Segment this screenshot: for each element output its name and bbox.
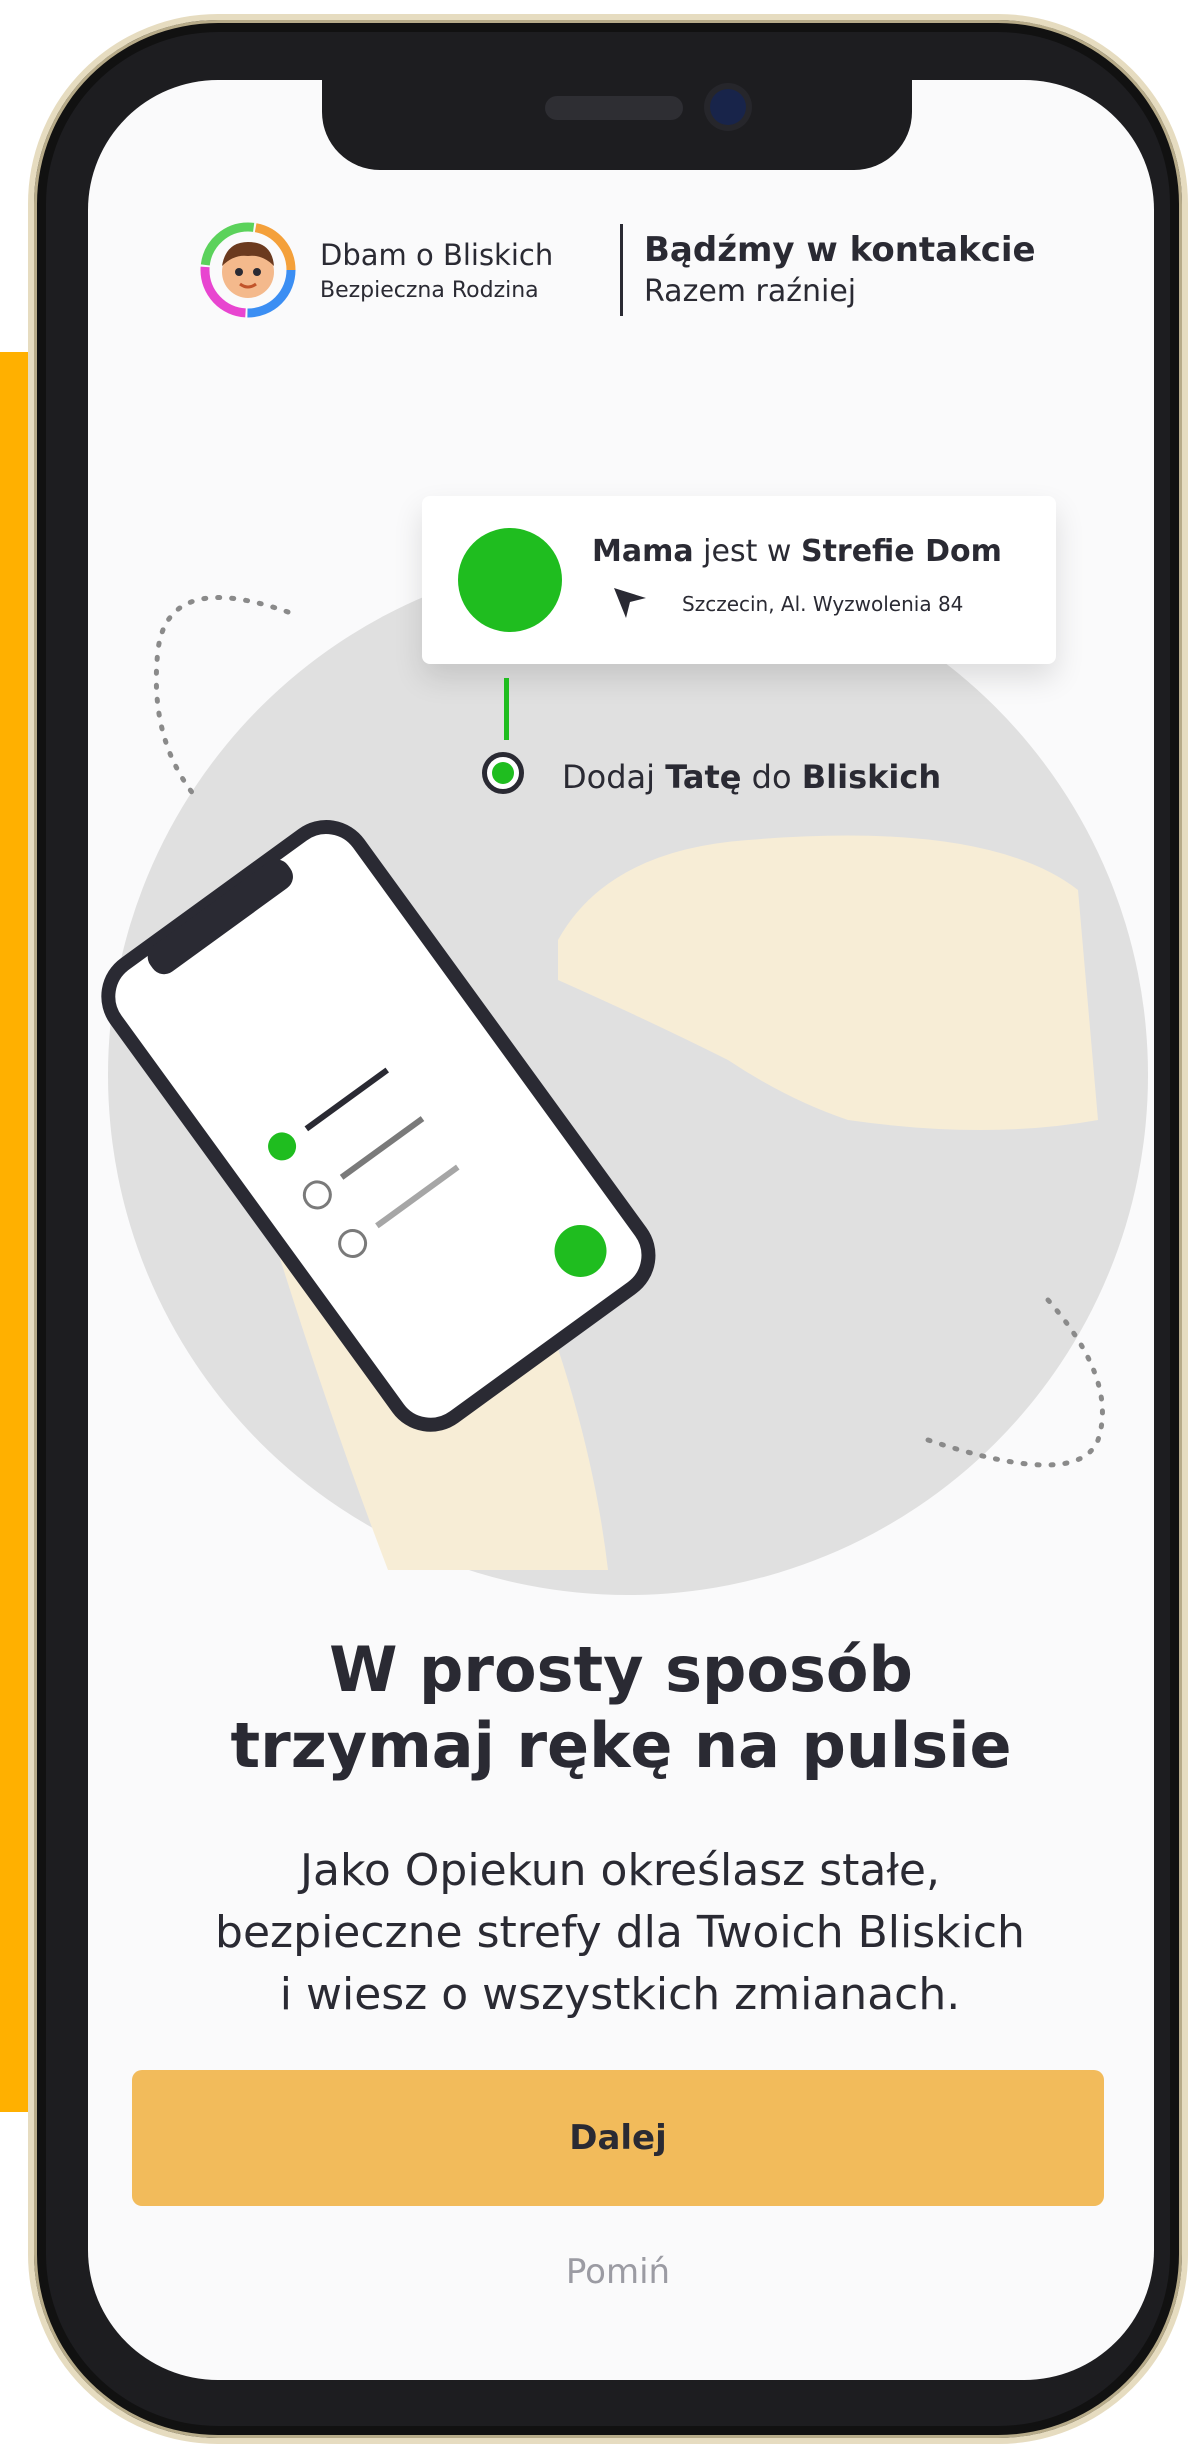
front-camera [710,89,746,125]
brand-name: Dbam o Bliskich [320,238,554,272]
skip-link[interactable]: Pomiń [488,2252,748,2292]
app-logo-icon [200,222,296,318]
onboarding-headline: W prosty sposób trzymaj rękę na pulsie [88,1632,1154,1784]
description-line-2: bezpieczne strefy dla Twoich Bliskich [215,1907,1025,1958]
add-person: Tatę [665,758,742,796]
add-middle: do [751,758,792,796]
brand-header: Dbam o Bliskich Bezpieczna Rodzina Bądźm… [200,222,1150,322]
status-zone: Strefie Dom [800,534,1002,569]
headline-line-1: W prosty sposób [329,1633,913,1706]
tagline-subtitle: Razem raźniej [644,274,857,309]
description-line-1: Jako Opiekun określasz stałe, [300,1845,940,1896]
add-relative-text: Dodaj Tatę do Bliskich [562,758,941,796]
status-address: Szczecin, Al. Wyzwolenia 84 [682,592,964,616]
brand-divider [620,224,623,316]
add-prefix: Dodaj [562,758,656,796]
phone-notch [322,80,912,170]
add-relative-dot [492,762,514,784]
tagline-title: Bądźmy w kontakcie [644,230,1036,270]
status-person: Mama [592,534,694,569]
brand-subtitle: Bezpieczna Rodzina [320,278,539,303]
status-verb: jest w [703,534,792,569]
add-group: Bliskich [801,758,942,796]
onboarding-description: Jako Opiekun określasz stałe, bezpieczne… [150,1840,1090,2026]
navigation-arrow-icon [614,588,646,618]
zone-status-card: Mama jest w Strefie Dom Szczecin, Al. Wy… [422,496,1056,664]
description-line-3: i wiesz o wszystkich zmianach. [279,1969,961,2020]
connector-line [504,678,509,740]
next-button[interactable]: Dalej [132,2070,1104,2206]
zone-status-text: Mama jest w Strefie Dom [592,534,1002,569]
speaker-grille [545,96,683,120]
headline-line-2: trzymaj rękę na pulsie [230,1709,1012,1782]
status-avatar-dot [458,528,562,632]
